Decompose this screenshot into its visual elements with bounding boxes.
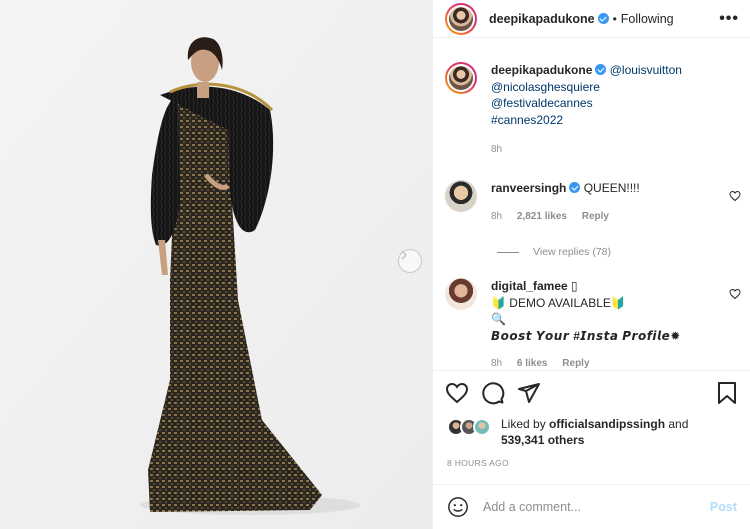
comment-icon[interactable] (481, 381, 505, 405)
comment-username[interactable]: digital_famee (491, 279, 568, 293)
hashtag-link[interactable]: #cannes2022 (491, 113, 563, 127)
caption-avatar[interactable] (445, 62, 477, 94)
heart-icon[interactable] (729, 288, 741, 300)
comment-text-3: 🔍 (491, 312, 506, 326)
liker-avatars[interactable] (447, 418, 491, 438)
caption: deepikapadukone @louisvuitton @nicolasgh… (445, 62, 741, 159)
comment-username[interactable]: ranveersingh (491, 181, 566, 195)
comment-time[interactable]: 8h (491, 211, 502, 222)
verified-icon (597, 13, 609, 24)
post-sidebar: deepikapadukone • Following ••• deepikap… (432, 0, 750, 529)
reply-button[interactable]: Reply (582, 211, 609, 222)
comment-item: digital_famee ▯ 🔰 DEMO AVAILABLE🔰 🔍 𝘽𝙤𝙤𝙨… (445, 278, 741, 368)
post-container: deepikapadukone • Following ••• deepikap… (0, 0, 750, 529)
separator-dot: • (612, 11, 617, 26)
comment-item: ranveersingh QUEEN!!!! 8h 2,821 likes Re… (445, 180, 741, 225)
comment-text: QUEEN!!!! (583, 181, 640, 195)
more-icon[interactable]: ••• (719, 10, 739, 28)
bookmark-icon[interactable] (715, 381, 739, 405)
share-icon[interactable] (517, 381, 541, 405)
action-bar (433, 370, 750, 414)
comment-text-1: ▯ (571, 279, 578, 293)
comments-list[interactable]: deepikapadukone @louisvuitton @nicolasgh… (433, 52, 750, 368)
mention-link[interactable]: @festivaldecannes (491, 96, 593, 110)
next-arrow-icon[interactable] (398, 249, 422, 273)
verified-icon (595, 64, 607, 75)
comment-avatar[interactable] (445, 278, 477, 310)
likes-count[interactable]: 539,341 others (501, 433, 584, 447)
likes-prefix: Liked by (501, 417, 550, 431)
mention-link[interactable]: @nicolasghesquiere (491, 80, 600, 94)
post-button[interactable]: Post (710, 500, 737, 514)
post-header: deepikapadukone • Following ••• (433, 0, 750, 38)
liked-by-user[interactable]: officialsandipssingh (549, 417, 665, 431)
add-comment-bar: Post (433, 484, 750, 529)
likes-summary: Liked by officialsandipssingh and 539,34… (447, 416, 688, 448)
comment-text-2: 🔰 DEMO AVAILABLE🔰 (491, 295, 626, 310)
comment-time[interactable]: 8h (491, 358, 502, 368)
mention-link[interactable]: @louisvuitton (610, 63, 682, 77)
view-replies-label: View replies (78) (533, 246, 612, 258)
avatar[interactable] (445, 2, 477, 35)
likes-middle: and (665, 417, 689, 431)
comment-input[interactable] (483, 500, 710, 514)
post-photo (0, 0, 432, 529)
comment-text-4: 𝘽𝙤𝙤𝙨𝙩 𝙔𝙤𝙪𝙧 #𝙄𝙣𝙨𝙩𝙖 𝙋𝙧𝙤𝙛𝙞𝙡𝙚✹ (491, 328, 681, 343)
caption-time[interactable]: 8h (491, 144, 502, 155)
view-replies-button[interactable]: View replies (78) (497, 246, 611, 258)
heart-icon[interactable] (445, 381, 469, 405)
post-timestamp[interactable]: 8 HOURS AGO (447, 458, 509, 468)
post-media[interactable] (0, 0, 432, 529)
heart-icon[interactable] (729, 190, 741, 202)
verified-icon (569, 182, 581, 193)
caption-username[interactable]: deepikapadukone (491, 63, 592, 77)
comment-avatar[interactable] (445, 180, 477, 212)
emoji-icon[interactable] (447, 496, 469, 518)
comment-likes[interactable]: 6 likes (517, 358, 548, 368)
following-button[interactable]: Following (621, 12, 674, 26)
comment-likes[interactable]: 2,821 likes (517, 211, 567, 222)
header-username[interactable]: deepikapadukone (489, 12, 595, 26)
reply-button[interactable]: Reply (562, 358, 589, 368)
